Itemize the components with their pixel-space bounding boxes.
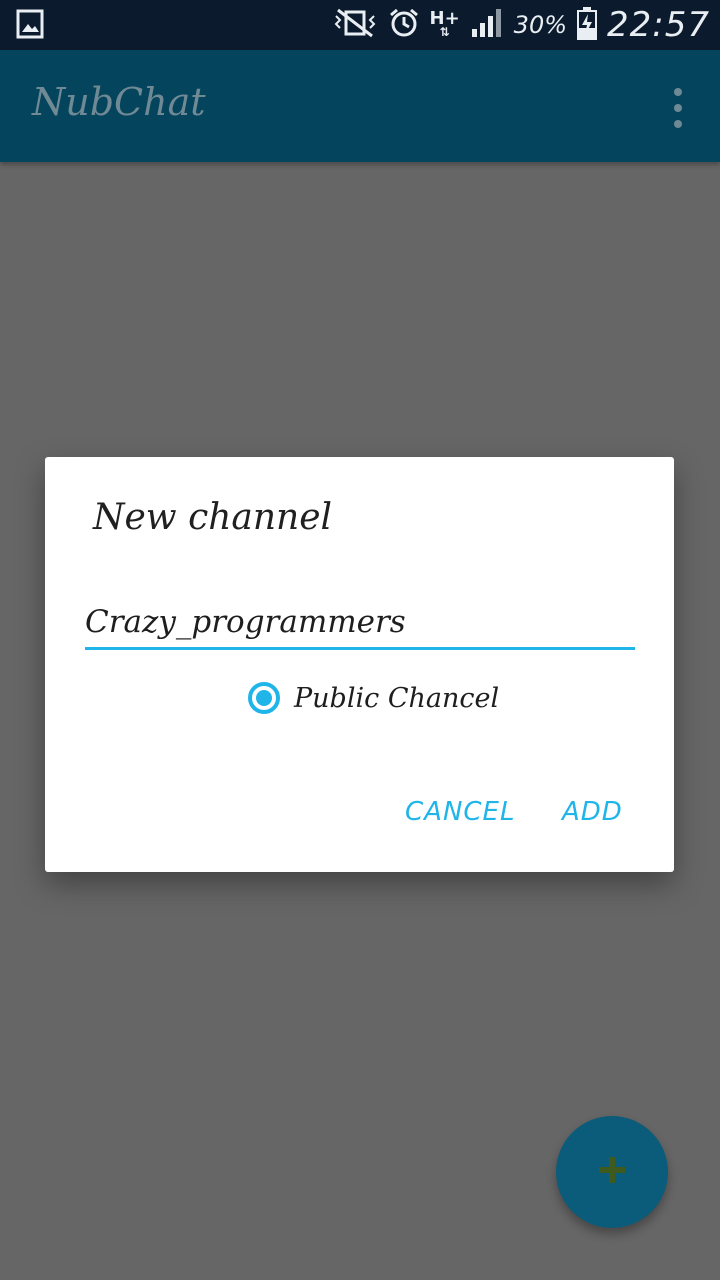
radio-label: Public Chancel [294,682,500,714]
app-title: NubChat [32,80,206,124]
new-channel-dialog: New channel Crazy_programmers Public Cha… [45,457,674,872]
plus-icon [597,1155,627,1189]
add-channel-fab[interactable] [556,1116,668,1228]
clock: 22:57 [607,5,710,45]
gallery-icon [16,9,44,43]
status-bar: H+ ⇅ 30% 22:57 [0,0,720,50]
vibrate-icon [332,8,378,42]
battery-charging-icon [577,6,598,44]
battery-percent: 30% [513,11,568,39]
cancel-button[interactable]: CANCEL [405,797,515,827]
signal-icon [470,7,504,43]
more-vert-icon[interactable] [666,88,690,128]
channel-name-input[interactable]: Crazy_programmers [85,597,635,650]
radio-selected-dot [256,690,272,706]
add-button[interactable]: ADD [562,797,623,827]
public-channel-option[interactable]: Public Chancel [248,677,499,719]
dialog-title: New channel [93,497,333,538]
alarm-icon [388,7,420,43]
radio-button[interactable] [248,682,280,714]
app-bar: NubChat [0,50,720,162]
network-type: H+ ⇅ [429,8,460,39]
